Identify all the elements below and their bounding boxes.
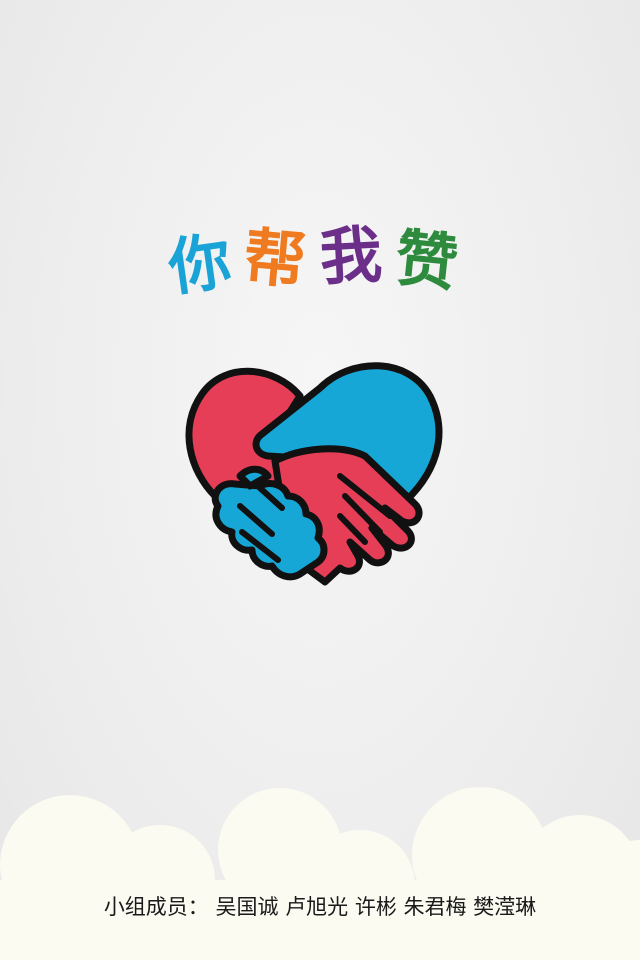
title-char-3: 我 (318, 217, 398, 294)
heart-handshake-icon (185, 362, 443, 586)
splash-screen: 你帮我赞 小组成员： 吴国诚 卢旭光 许彬 朱君梅 樊滢琳 (0, 0, 640, 960)
title-char-2: 帮 (240, 219, 323, 300)
cloud-decoration (0, 787, 640, 960)
title-char-1: 你 (164, 222, 250, 305)
app-title: 你帮我赞 (0, 217, 640, 305)
title-char-4: 赞 (392, 221, 476, 302)
team-members-text: 小组成员： 吴国诚 卢旭光 许彬 朱君梅 樊滢琳 (103, 895, 537, 919)
